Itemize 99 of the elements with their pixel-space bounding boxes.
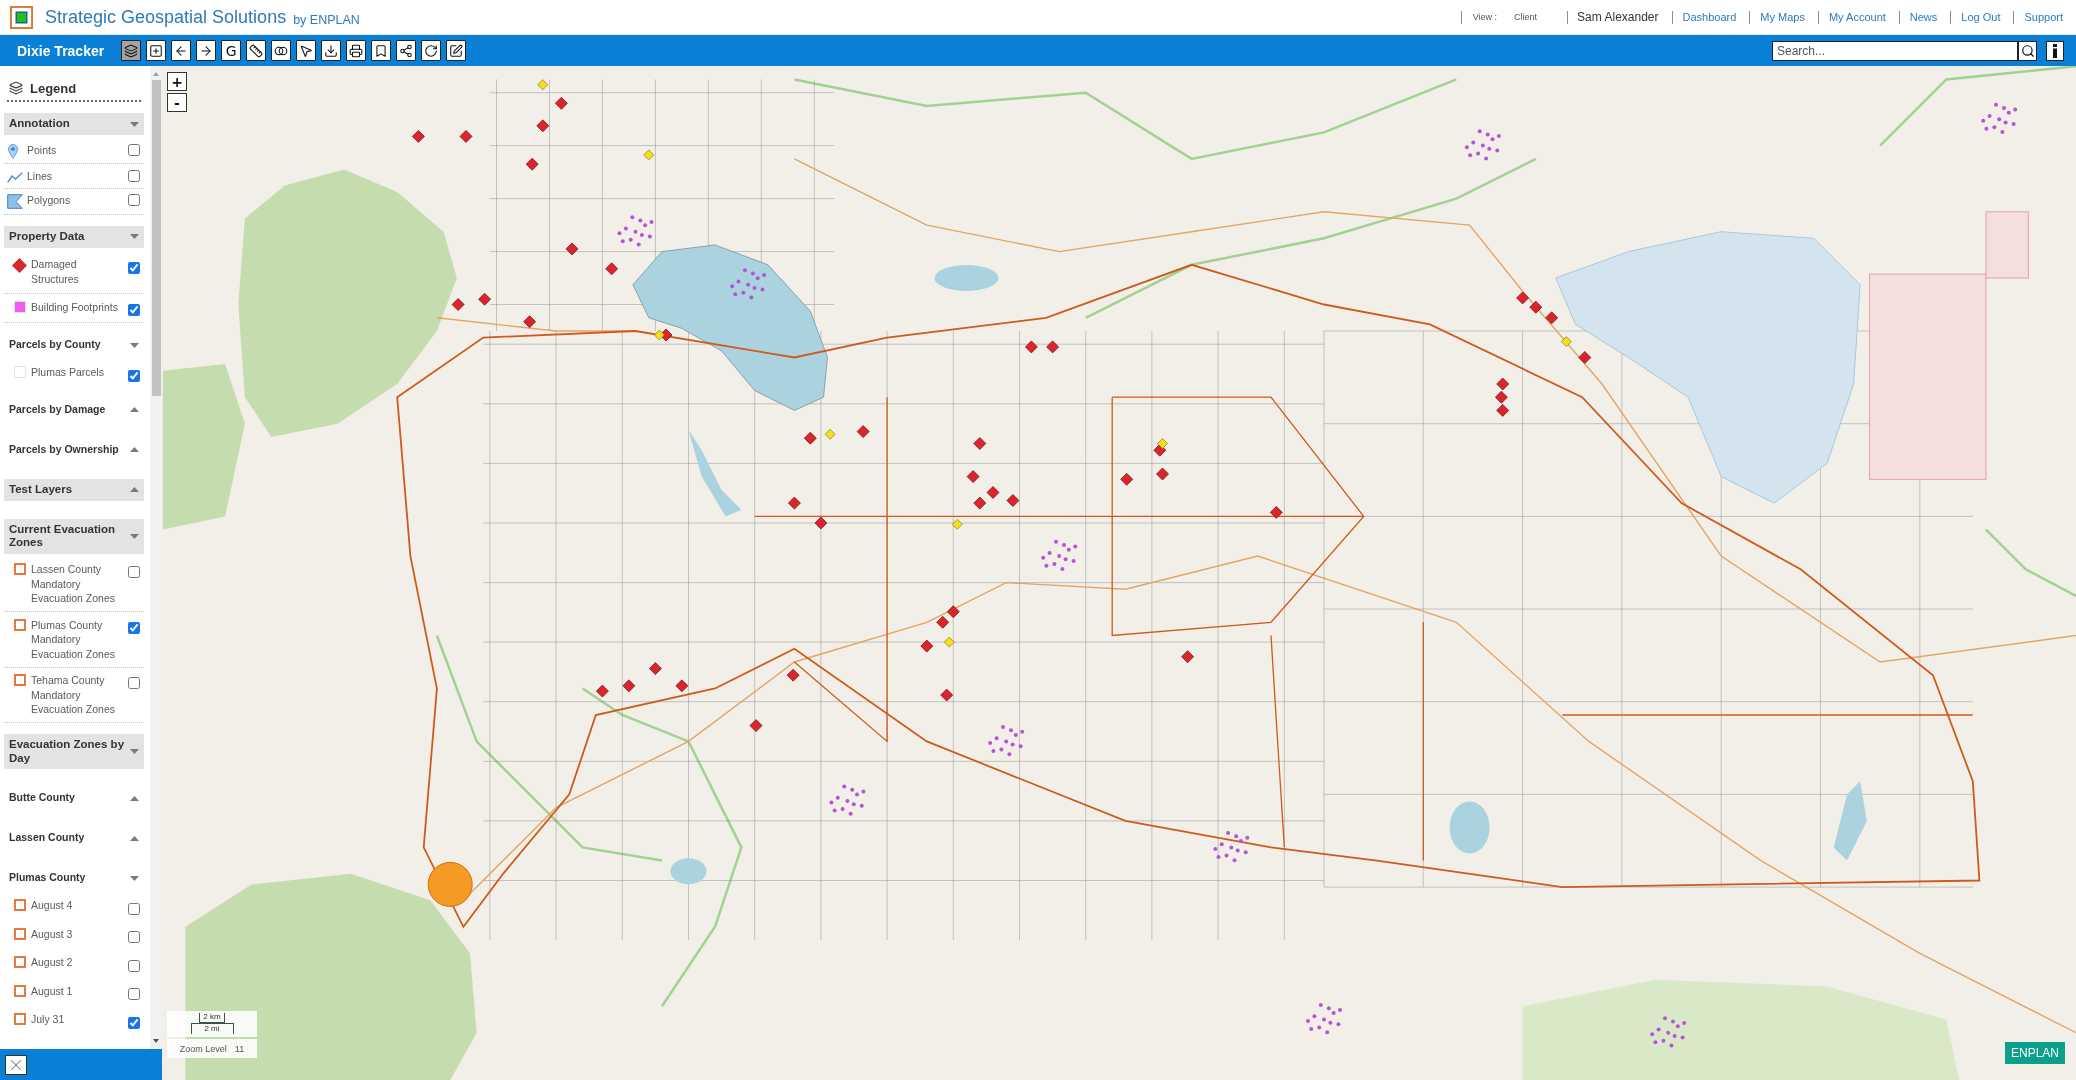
nav-link[interactable]: Dashboard	[1682, 11, 1737, 23]
search-button[interactable]	[2018, 40, 2037, 61]
metric-scale-bar: 2 km	[199, 1013, 225, 1023]
view-label: View :	[1472, 12, 1498, 22]
layer-checkbox[interactable]	[128, 988, 140, 1000]
layer-checkbox[interactable]	[128, 194, 140, 206]
nav-link[interactable]: My Account	[1828, 11, 1886, 23]
toolbar-button[interactable]	[346, 40, 367, 61]
layer-label: Lassen County Mandatory Evacuation Zones	[31, 562, 117, 606]
user-name: Sam Alexander	[1577, 10, 1659, 24]
layer-label: Points	[27, 142, 58, 157]
layer-checkbox[interactable]	[128, 261, 140, 274]
share-icon	[399, 43, 414, 58]
layers-icon	[9, 81, 23, 95]
legend-title: Legend	[30, 80, 77, 96]
zoom-level-label: Zoom Level	[179, 1043, 227, 1054]
nav-link[interactable]: Support	[2024, 11, 2063, 23]
layer-label: August 4	[31, 898, 74, 913]
toolbar-button[interactable]: G	[221, 40, 242, 61]
section-header[interactable]: Plumas County	[4, 867, 144, 889]
layer-checkbox[interactable]	[128, 369, 140, 382]
info-button[interactable]	[2046, 40, 2064, 61]
layers-icon	[124, 43, 139, 58]
section-header[interactable]: Test Layers	[4, 478, 144, 501]
section-header[interactable]: Annotation	[4, 113, 144, 135]
layer-checkbox[interactable]	[128, 143, 140, 156]
layer-label: August 3	[31, 926, 74, 941]
layer-checkbox[interactable]	[128, 959, 140, 972]
toolbar-button[interactable]	[246, 40, 267, 61]
caret-up-icon	[153, 72, 159, 76]
scrollbar[interactable]	[150, 66, 162, 1049]
layer-label: Polygons	[27, 193, 72, 208]
section-header[interactable]: Evacuation Zones by Day	[4, 734, 144, 769]
layer-label: August 1	[31, 983, 74, 998]
nav-link[interactable]: My Maps	[1760, 11, 1805, 23]
layer-label: Tehama County Mandatory Evacuation Zones	[31, 673, 117, 717]
download-icon	[324, 43, 339, 58]
toolbar-button[interactable]	[396, 40, 417, 61]
scrollbar-thumb[interactable]	[151, 80, 161, 396]
layer-checkbox[interactable]	[128, 677, 140, 689]
layer-label: July 31	[31, 1012, 66, 1027]
toolbar-button[interactable]	[171, 40, 192, 61]
nav-link[interactable]: News	[1909, 11, 1938, 23]
layer-label: Building Footprints	[31, 300, 119, 315]
zoom-level-value: 11	[234, 1043, 245, 1054]
map-pin-icon	[8, 143, 18, 159]
search-icon	[2020, 43, 2035, 58]
arrow-right-icon	[199, 43, 214, 58]
section-header[interactable]: Property Data	[4, 225, 144, 248]
view-value: Client	[1514, 12, 1538, 22]
imperial-scale-bar: 2 mi	[190, 1023, 234, 1034]
refresh-icon	[424, 43, 439, 58]
layer-label: Plumas County Mandatory Evacuation Zones	[31, 617, 117, 661]
layer-checkbox[interactable]	[128, 902, 140, 915]
section-header[interactable]: Current Evacuation Zones	[4, 518, 144, 554]
edit-icon	[449, 43, 464, 58]
byline-text: by ENPLAN	[293, 12, 360, 27]
layer-checkbox[interactable]	[128, 566, 140, 578]
zoom-in-button[interactable]: +	[167, 72, 187, 91]
zoom-out-button[interactable]: -	[167, 93, 187, 112]
square-plus-icon	[149, 43, 164, 58]
layer-label: August 2	[31, 955, 74, 970]
toolbar-button[interactable]	[421, 40, 442, 61]
layer-checkbox[interactable]	[128, 303, 140, 316]
layer-label: Damaged Structures	[31, 257, 80, 286]
layer-label: Plumas Parcels	[31, 365, 105, 380]
polygon-icon	[7, 194, 23, 209]
section-header[interactable]: Butte County	[4, 787, 144, 809]
toolbar-button[interactable]	[196, 40, 217, 61]
layer-checkbox[interactable]	[128, 169, 140, 182]
polyline-icon	[7, 171, 23, 183]
bookmark-icon	[374, 43, 389, 58]
toolbar-button[interactable]	[146, 40, 167, 61]
app-title: Strategic Geospatial Solutions	[45, 6, 287, 28]
search-field[interactable]: Search...	[1772, 40, 2018, 61]
caret-down-icon	[153, 1039, 159, 1043]
logo-icon	[10, 5, 33, 29]
toolbar-button[interactable]	[321, 40, 342, 61]
ruler-icon	[249, 43, 264, 58]
toolbar-button[interactable]	[296, 40, 317, 61]
info-icon	[2052, 43, 2058, 58]
layer-checkbox[interactable]	[128, 1016, 140, 1029]
section-header[interactable]: Parcels by Ownership	[4, 438, 144, 461]
toolbar-button[interactable]	[371, 40, 392, 61]
app-name: Dixie Tracker	[17, 42, 105, 59]
arrow-left-icon	[174, 43, 189, 58]
toolbar-button[interactable]	[121, 40, 142, 61]
layer-checkbox[interactable]	[128, 931, 140, 943]
section-header[interactable]: Lassen County	[4, 827, 144, 849]
cursor-icon	[299, 43, 314, 58]
layer-label: Lines	[27, 168, 54, 183]
section-header[interactable]: Parcels by County	[4, 334, 144, 356]
nav-link[interactable]: Log Out	[1961, 11, 2001, 23]
printer-icon	[349, 43, 364, 58]
toolbar-button[interactable]	[446, 40, 467, 61]
close-button[interactable]	[5, 1054, 27, 1075]
layer-checkbox[interactable]	[128, 621, 140, 634]
toolbar-button[interactable]	[271, 40, 292, 61]
section-header[interactable]: Parcels by Damage	[4, 398, 144, 421]
